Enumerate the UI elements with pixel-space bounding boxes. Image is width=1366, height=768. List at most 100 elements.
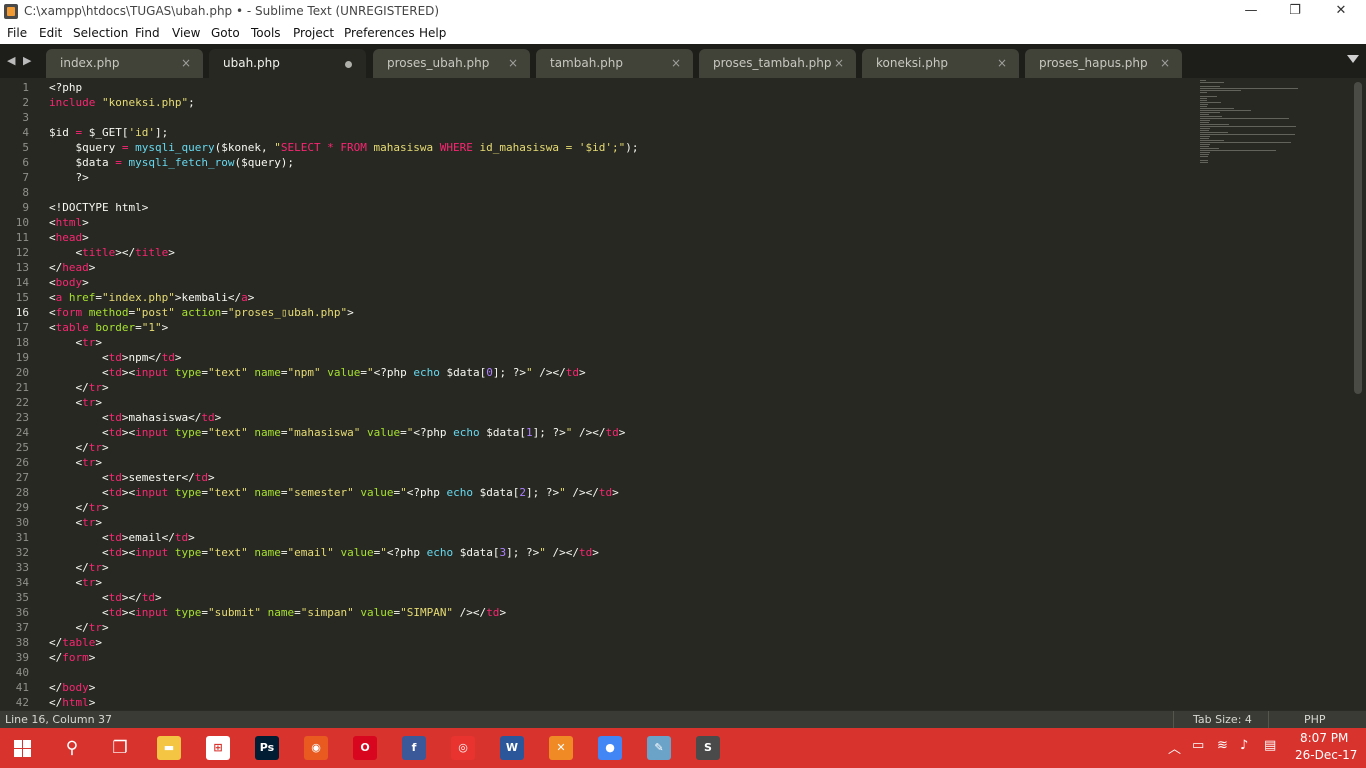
code-line[interactable]: <body> xyxy=(49,275,89,290)
code-line[interactable]: $data = mysqli_fetch_row($query); xyxy=(49,155,294,170)
code-editor[interactable]: 1 2 3 4 5 6 7 8 9 10 11 12 13 14 15 16 17 18 19 20 21 22 23 24 2… xyxy=(0,78,1366,710)
file-explorer-icon[interactable]: ▬ xyxy=(157,736,181,760)
clock-date[interactable]: 26-Dec-17 xyxy=(1295,748,1357,762)
tab-tambah-php[interactable]: tambah.php × xyxy=(536,49,693,78)
word-icon[interactable]: W xyxy=(500,736,524,760)
tab-proses_hapus-php[interactable]: proses_hapus.php × xyxy=(1025,49,1182,78)
minimize-button[interactable]: — xyxy=(1228,0,1274,24)
xampp-icon[interactable]: ✕ xyxy=(549,736,573,760)
tab-koneksi-php[interactable]: koneksi.php × xyxy=(862,49,1019,78)
camera-app-icon[interactable]: ◎ xyxy=(451,736,475,760)
code-line[interactable]: <td>mahasiswa</td> xyxy=(49,410,221,425)
paint-icon[interactable]: ✎ xyxy=(647,736,671,760)
code-line[interactable]: </body> xyxy=(49,680,95,695)
code-line[interactable]: </tr> xyxy=(49,500,108,515)
unsaved-dot-icon[interactable] xyxy=(345,61,352,68)
tab-proses_tambah-php[interactable]: proses_tambah.php × xyxy=(699,49,856,78)
search-icon[interactable]: ⚲ xyxy=(60,736,84,760)
code-line[interactable]: <tr> xyxy=(49,395,102,410)
tab-close-icon[interactable]: × xyxy=(671,56,681,70)
sublime-text-icon[interactable]: S xyxy=(696,736,720,760)
code-line[interactable]: <!DOCTYPE html> xyxy=(49,200,148,215)
code-line[interactable]: </tr> xyxy=(49,380,108,395)
code-line[interactable]: <td><input type="text" name="npm" value=… xyxy=(49,365,586,380)
menu-goto[interactable]: Goto xyxy=(211,26,240,40)
store-icon[interactable]: ⊞ xyxy=(206,736,230,760)
close-button[interactable]: ✕ xyxy=(1318,0,1364,24)
code-line[interactable]: <tr> xyxy=(49,455,102,470)
restore-button[interactable]: ❐ xyxy=(1272,0,1318,24)
chrome-icon[interactable]: ● xyxy=(598,736,622,760)
code-line[interactable]: <td>semester</td> xyxy=(49,470,215,485)
volume-icon[interactable]: ♪ xyxy=(1240,738,1248,753)
code-line[interactable]: $id = $_GET['id']; xyxy=(49,125,168,140)
code-line[interactable]: </tr> xyxy=(49,560,108,575)
menu-view[interactable]: View xyxy=(172,26,200,40)
tab-forward-icon[interactable]: ▶ xyxy=(23,54,31,67)
photoshop-icon[interactable]: Ps xyxy=(255,736,279,760)
code-line[interactable]: </html> xyxy=(49,695,95,710)
opera-icon[interactable]: O xyxy=(353,736,377,760)
code-line[interactable]: </form> xyxy=(49,650,95,665)
code-line[interactable]: <tr> xyxy=(49,575,102,590)
menu-preferences[interactable]: Preferences xyxy=(344,26,415,40)
code-line[interactable]: <td><input type="text" name="semester" v… xyxy=(49,485,619,500)
tab-close-icon[interactable]: × xyxy=(834,56,844,70)
line-number: 5 xyxy=(22,141,29,154)
code-line[interactable]: ?> xyxy=(49,170,88,185)
task-view-icon[interactable]: ❐ xyxy=(108,736,132,760)
code-line[interactable]: <title></title> xyxy=(49,245,174,260)
tray-chevron-up-icon[interactable]: ︿ xyxy=(1168,738,1181,757)
tab-close-icon[interactable]: × xyxy=(997,56,1007,70)
tab-index-php[interactable]: index.php × xyxy=(46,49,203,78)
code-line[interactable]: <a href="index.php">kembali</a> xyxy=(49,290,254,305)
tab-close-icon[interactable]: × xyxy=(508,56,518,70)
tab-size-selector[interactable]: Tab Size: 4 xyxy=(1193,713,1252,726)
menu-file[interactable]: File xyxy=(7,26,27,40)
code-line[interactable]: <td>npm</td> xyxy=(49,350,182,365)
code-line[interactable]: </tr> xyxy=(49,620,108,635)
code-line[interactable]: <td><input type="text" name="email" valu… xyxy=(49,545,599,560)
code-line[interactable]: <?php xyxy=(49,80,82,95)
code-line[interactable]: </tr> xyxy=(49,440,108,455)
battery-icon[interactable]: ▭ xyxy=(1192,738,1204,753)
menu-edit[interactable]: Edit xyxy=(39,26,62,40)
code-line[interactable]: <td>email</td> xyxy=(49,530,195,545)
code-token: </ xyxy=(49,501,89,514)
browser-icon[interactable]: ◉ xyxy=(304,736,328,760)
menu-selection[interactable]: Selection xyxy=(73,26,128,40)
menu-tools[interactable]: Tools xyxy=(251,26,281,40)
code-line[interactable]: </table> xyxy=(49,635,102,650)
facebook-icon[interactable]: f xyxy=(402,736,426,760)
notifications-icon[interactable]: ▤ xyxy=(1264,738,1276,753)
minimap[interactable] xyxy=(1198,78,1348,710)
code-line[interactable]: <td></td> xyxy=(49,590,162,605)
code-line[interactable]: <form method="post" action="proses_▯ubah… xyxy=(49,305,354,320)
tab-ubah-php[interactable]: ubah.php xyxy=(209,49,366,78)
code-line[interactable]: <td><input type="submit" name="simpan" v… xyxy=(49,605,506,620)
tab-proses_ubah-php[interactable]: proses_ubah.php × xyxy=(373,49,530,78)
start-windows-icon[interactable] xyxy=(14,740,31,757)
code-line[interactable]: include "koneksi.php"; xyxy=(49,95,195,110)
code-line[interactable]: <html> xyxy=(49,215,89,230)
vertical-scrollbar[interactable] xyxy=(1354,82,1362,394)
tab-list-chevron-down-icon[interactable] xyxy=(1347,55,1359,63)
code-token: tr xyxy=(88,501,102,514)
code-line[interactable]: <table border="1"> xyxy=(49,320,168,335)
code-token: table xyxy=(55,321,89,334)
code-line[interactable]: <head> xyxy=(49,230,89,245)
menu-project[interactable]: Project xyxy=(293,26,334,40)
menu-find[interactable]: Find xyxy=(135,26,160,40)
tab-back-icon[interactable]: ◀ xyxy=(7,54,15,67)
code-line[interactable]: $query = mysqli_query($konek, "SELECT * … xyxy=(49,140,638,155)
code-line[interactable]: <tr> xyxy=(49,335,102,350)
code-line[interactable]: <td><input type="text" name="mahasiswa" … xyxy=(49,425,625,440)
wifi-icon[interactable]: ≋ xyxy=(1217,738,1228,753)
tab-close-icon[interactable]: × xyxy=(1160,56,1170,70)
tab-close-icon[interactable]: × xyxy=(181,56,191,70)
clock-time[interactable]: 8:07 PM xyxy=(1300,731,1348,745)
code-line[interactable]: </head> xyxy=(49,260,95,275)
syntax-selector[interactable]: PHP xyxy=(1304,713,1326,726)
menu-help[interactable]: Help xyxy=(419,26,446,40)
code-line[interactable]: <tr> xyxy=(49,515,102,530)
